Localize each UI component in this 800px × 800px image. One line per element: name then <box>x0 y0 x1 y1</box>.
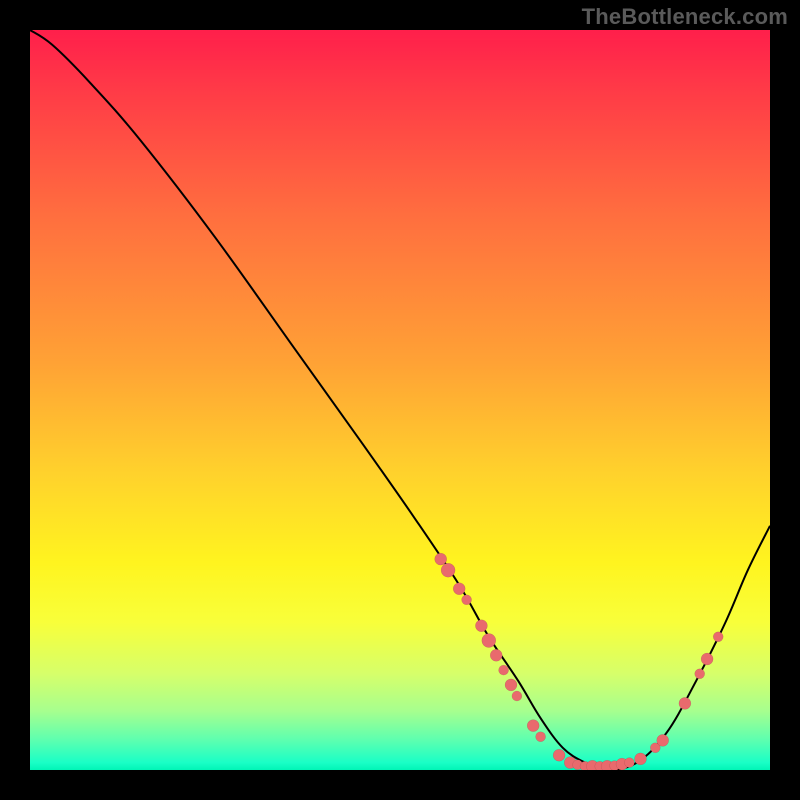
chart-marker <box>657 734 669 746</box>
chart-marker <box>695 669 705 679</box>
chart-marker <box>505 679 517 691</box>
chart-marker <box>553 749 565 761</box>
chart-marker <box>441 563 455 577</box>
chart-svg <box>30 30 770 770</box>
chart-marker <box>453 583 465 595</box>
chart-curve <box>30 30 770 770</box>
chart-marker <box>475 620 487 632</box>
chart-marker <box>490 649 502 661</box>
chart-marker <box>462 595 472 605</box>
chart-marker <box>624 758 634 768</box>
chart-marker <box>482 634 496 648</box>
chart-marker <box>527 720 539 732</box>
chart-plot-area <box>30 30 770 770</box>
chart-marker <box>679 697 691 709</box>
watermark-text: TheBottleneck.com <box>582 4 788 30</box>
chart-marker <box>701 653 713 665</box>
chart-marker <box>435 553 447 565</box>
chart-marker <box>512 691 522 701</box>
chart-marker <box>713 632 723 642</box>
chart-markers <box>435 553 724 770</box>
chart-marker <box>499 665 509 675</box>
chart-marker <box>635 753 647 765</box>
chart-marker <box>536 732 546 742</box>
